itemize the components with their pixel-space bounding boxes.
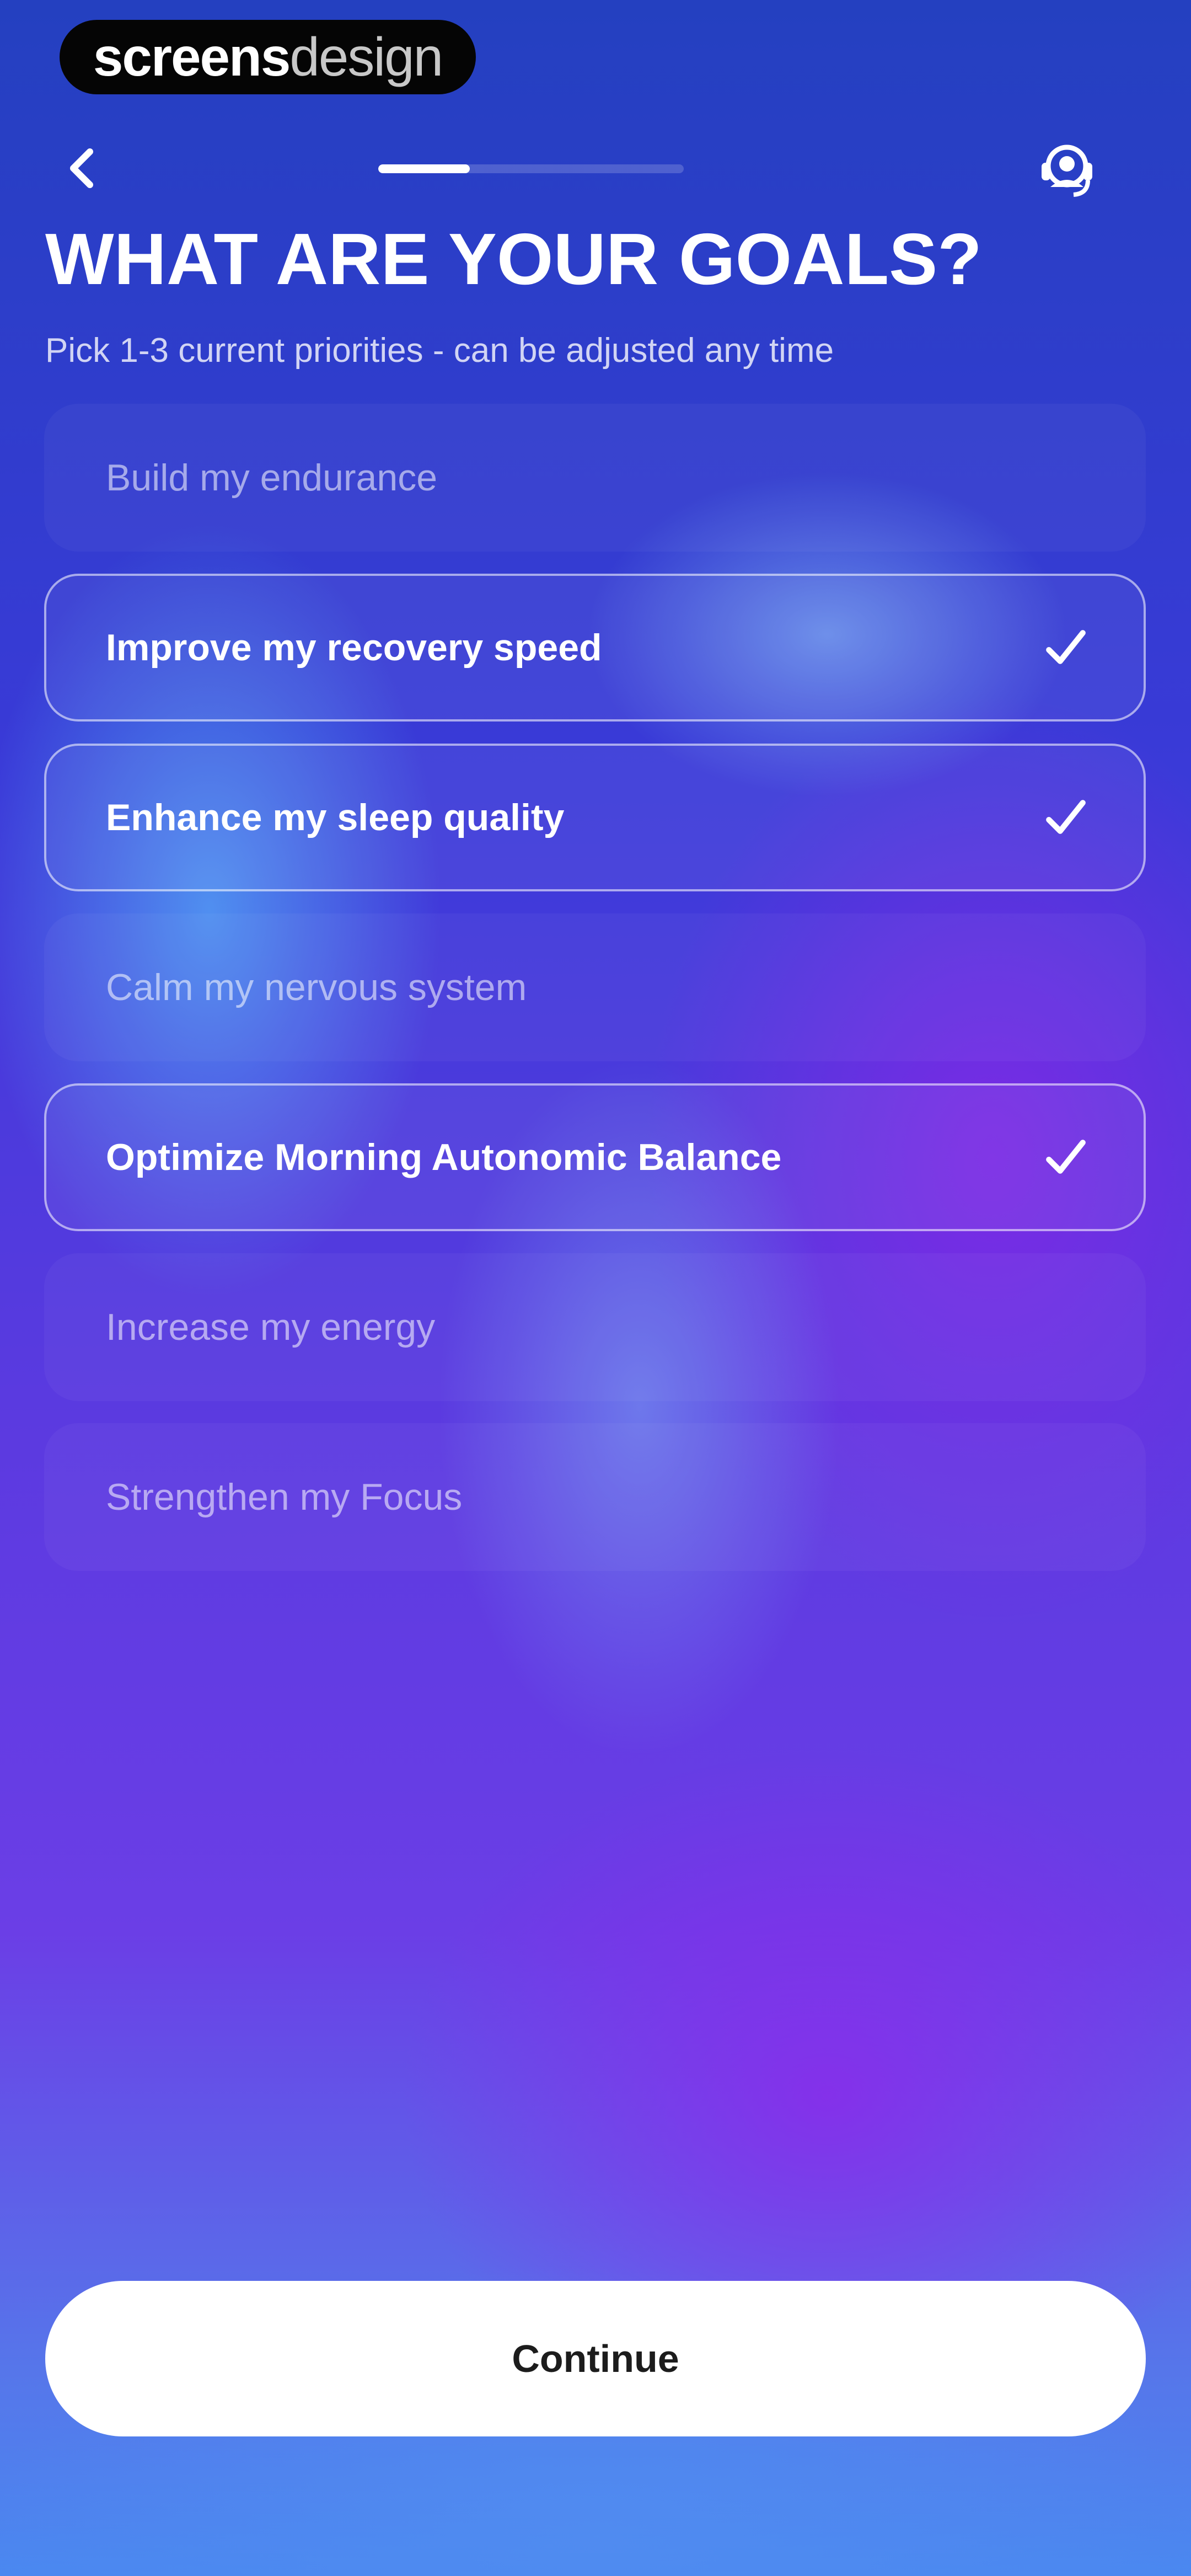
goal-label: Strengthen my Focus xyxy=(106,1476,463,1518)
goal-label: Build my endurance xyxy=(106,457,438,499)
checkmark-icon xyxy=(1046,1140,1086,1174)
goal-label: Increase my energy xyxy=(106,1306,436,1348)
continue-button[interactable]: Continue xyxy=(45,2281,1146,2436)
checkmark-icon xyxy=(1046,630,1086,664)
checkmark-icon xyxy=(1046,800,1086,834)
goal-option[interactable]: Enhance my sleep quality xyxy=(44,744,1146,891)
watermark-bold-text: screens xyxy=(93,26,291,87)
goal-label: Calm my nervous system xyxy=(106,966,527,1008)
goal-list: Build my endurance Improve my recovery sp… xyxy=(44,404,1146,1593)
goal-option[interactable]: Increase my energy xyxy=(44,1253,1146,1401)
goal-option[interactable]: Build my endurance xyxy=(44,404,1146,552)
support-agent-icon xyxy=(1042,145,1092,197)
watermark-light-text: design xyxy=(289,26,443,87)
support-button[interactable] xyxy=(1031,138,1103,204)
page-subtitle: Pick 1-3 current priorities - can be adj… xyxy=(45,332,834,370)
progress-fill xyxy=(378,164,470,173)
goal-option[interactable]: Optimize Morning Autonomic Balance xyxy=(44,1083,1146,1231)
page-title: WHAT ARE YOUR GOALS? xyxy=(45,218,982,300)
back-button[interactable] xyxy=(55,141,110,196)
screensdesign-watermark: screens design xyxy=(60,20,476,94)
goal-label: Enhance my sleep quality xyxy=(106,797,565,838)
goal-label: Improve my recovery speed xyxy=(106,627,602,669)
goal-label: Optimize Morning Autonomic Balance xyxy=(106,1136,782,1178)
goal-option[interactable]: Calm my nervous system xyxy=(44,913,1146,1061)
onboarding-progress-bar xyxy=(378,164,684,173)
goal-option[interactable]: Strengthen my Focus xyxy=(44,1423,1146,1571)
goal-option[interactable]: Improve my recovery speed xyxy=(44,574,1146,722)
chevron-left-icon xyxy=(70,148,93,188)
